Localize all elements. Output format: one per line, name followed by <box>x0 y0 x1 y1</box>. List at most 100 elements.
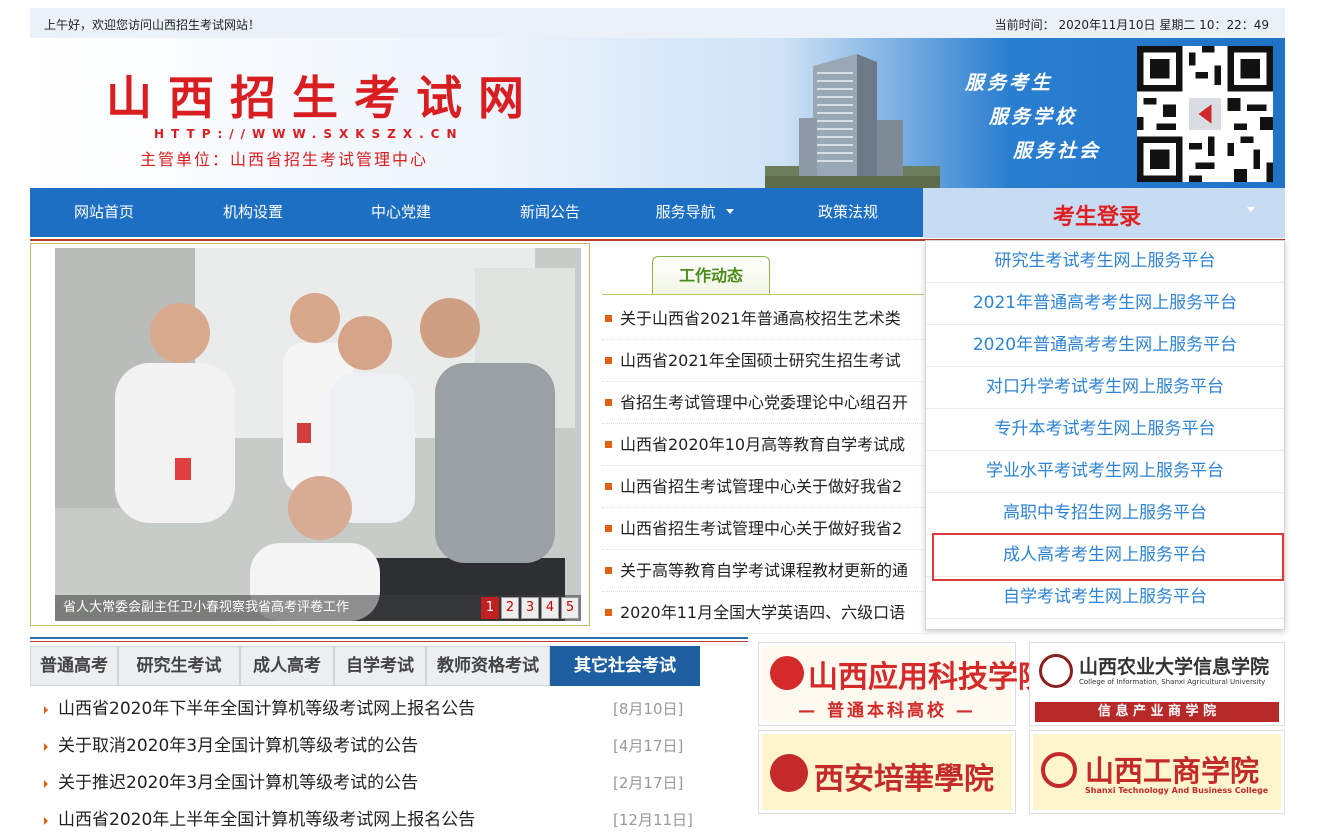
news-title: 2020年11月全国大学英语四、六级口语 <box>620 603 906 622</box>
slogan-3: 服务社会 <box>1013 140 1102 162</box>
menu-item-graduate-platform[interactable]: 研究生考试考生网上服务平台 <box>926 241 1284 283</box>
tab-work-news[interactable]: 工作动态 <box>652 256 770 295</box>
tab-adult-exam[interactable]: 成人高考 <box>240 646 334 686</box>
bullet-icon <box>605 567 612 574</box>
ad-school-en: Shanxi Technology And Business College <box>1085 786 1269 795</box>
site-banner: 山西招生考试网 HTTP://WWW.SXKSZX.CN 主管单位：山西省招生考… <box>30 38 1285 188</box>
nav-news[interactable]: 新闻公告 <box>490 188 610 237</box>
list-item[interactable]: 山西省2020年下半年全国计算机等级考试网上报名公告 [8月10日] <box>30 691 748 728</box>
ad-shanxi-agri-info[interactable]: 山西农业大学信息学院 College of Information, Shanx… <box>1029 642 1285 726</box>
nav-party-building[interactable]: 中心党建 <box>341 188 461 237</box>
nav-policy[interactable]: 政策法规 <box>788 188 908 237</box>
slide-page-4[interactable]: 4 <box>541 597 559 619</box>
news-item[interactable]: 山西省招生考试管理中心关于做好我省2 <box>602 466 924 508</box>
nav-services[interactable]: 服务导航 <box>640 188 750 237</box>
menu-item-vocational-entry-platform[interactable]: 对口升学考试考生网上服务平台 <box>926 367 1284 409</box>
tab-teacher-qualification[interactable]: 教师资格考试 <box>426 646 550 686</box>
exam-news-list: 山西省2020年下半年全国计算机等级考试网上报名公告 [8月10日] 关于取消20… <box>30 691 748 839</box>
ad-school-name: 西安培華學院 <box>814 762 994 797</box>
news-title: 山西省招生考试管理中心关于做好我省2 <box>620 477 903 496</box>
tab-gaokao[interactable]: 普通高考 <box>30 646 118 686</box>
menu-item-self-study-platform[interactable]: 自学考试考生网上服务平台 <box>926 577 1284 619</box>
ad-school-sub: 信 息 产 业 商 学 院 <box>1035 702 1279 722</box>
tab-other-exams[interactable]: 其它社会考试 <box>550 646 700 686</box>
menu-item-upgrade-bachelor-platform[interactable]: 专升本考试考生网上服务平台 <box>926 409 1284 451</box>
caret-down-icon <box>1247 207 1255 212</box>
bullet-icon <box>605 315 612 322</box>
news-item[interactable]: 省招生考试管理中心党委理论中心组召开 <box>602 382 924 424</box>
news-item[interactable]: 2020年11月全国大学英语四、六级口语 <box>602 592 924 634</box>
slogans: 服务考生 服务学校 服务社会 <box>965 68 1101 170</box>
ad-school-name: 山西应用科技学院 <box>808 660 1048 695</box>
slideshow: 省人大常委会副主任卫小春视察我省高考评卷工作 1 2 3 4 5 <box>30 243 590 626</box>
highlight-box <box>932 533 1284 581</box>
slogan-2: 服务学校 <box>989 106 1078 128</box>
tab-self-study-exam[interactable]: 自学考试 <box>334 646 426 686</box>
news-item[interactable]: 山西省2020年10月高等教育自学考试成 <box>602 424 924 466</box>
news-title: 山西省2020年10月高等教育自学考试成 <box>620 435 906 454</box>
ad-xian-peihua[interactable]: 西安培華學院 <box>758 730 1016 814</box>
school-emblem-icon <box>770 656 804 690</box>
caret-down-icon <box>726 209 735 214</box>
nav-organization[interactable]: 机构设置 <box>193 188 313 237</box>
slogan-1: 服务考生 <box>965 72 1054 94</box>
news-title: 关于高等教育自学考试课程教材更新的通 <box>620 561 909 580</box>
bullet-icon <box>605 483 612 490</box>
photo-image <box>55 248 581 621</box>
top-info-bar: 上午好，欢迎您访问山西招生考试网站！ 当前时间： 2020年11月10日 星期二… <box>30 8 1285 38</box>
list-item-date: [8月10日] <box>613 700 684 718</box>
qr-code-icon <box>1137 46 1273 182</box>
list-item[interactable]: 关于取消2020年3月全国计算机等级考试的公告 [4月17日] <box>30 728 748 765</box>
news-item[interactable]: 山西省招生考试管理中心关于做好我省2 <box>602 508 924 550</box>
slide-pager: 1 2 3 4 5 <box>481 597 579 619</box>
tab-graduate-exam[interactable]: 研究生考试 <box>118 646 240 686</box>
menu-item-proficiency-test-platform[interactable]: 学业水平考试考生网上服务平台 <box>926 451 1284 493</box>
arrow-icon <box>44 780 48 788</box>
nav-services-label: 服务导航 <box>655 203 716 221</box>
arrow-icon <box>44 743 48 751</box>
news-item[interactable]: 山西省2021年全国硕士研究生招生考试 <box>602 340 924 382</box>
menu-item-gaokao-2020-platform[interactable]: 2020年普通高考考生网上服务平台 <box>926 325 1284 367</box>
ad-shanxi-applied-tech[interactable]: 山西应用科技学院 — 普通本科高校 — <box>758 642 1048 726</box>
slide-page-3[interactable]: 3 <box>521 597 539 619</box>
site-url: HTTP://WWW.SXKSZX.CN <box>154 127 464 141</box>
current-time: 当前时间： 2020年11月10日 星期二 10：22：49 <box>994 18 1269 32</box>
candidate-login-button[interactable]: 考生登录 <box>923 188 1285 238</box>
news-item[interactable]: 关于山西省2021年普通高校招生艺术类 <box>602 298 924 340</box>
bullet-icon <box>605 399 612 406</box>
slide-page-1[interactable]: 1 <box>481 597 499 619</box>
bullet-icon <box>605 525 612 532</box>
news-item[interactable]: 关于高等教育自学考试课程教材更新的通 <box>602 550 924 592</box>
ad-school-name: 山西农业大学信息学院 <box>1079 656 1270 678</box>
list-item-title: 关于推迟2020年3月全国计算机等级考试的公告 <box>58 773 419 793</box>
nav-home[interactable]: 网站首页 <box>44 188 164 237</box>
building-image <box>765 54 940 188</box>
greeting-text: 上午好，欢迎您访问山西招生考试网站！ <box>44 18 261 32</box>
list-item[interactable]: 关于推迟2020年3月全国计算机等级考试的公告 [2月17日] <box>30 765 748 802</box>
news-title: 省招生考试管理中心党委理论中心组召开 <box>620 393 909 412</box>
work-news-list: 关于山西省2021年普通高校招生艺术类 山西省2021年全国硕士研究生招生考试 … <box>602 298 924 634</box>
section-divider-accent <box>30 641 748 642</box>
ad-shanxi-tech-business[interactable]: 山西工商学院 Shanxi Technology And Business Co… <box>1029 730 1285 814</box>
ad-school-name: 山西工商学院 <box>1085 754 1260 788</box>
news-title: 山西省2021年全国硕士研究生招生考试 <box>620 351 901 370</box>
list-item-title: 关于取消2020年3月全国计算机等级考试的公告 <box>58 736 419 756</box>
section-divider <box>30 637 748 639</box>
tab-underline <box>602 294 924 295</box>
school-emblem-icon <box>1041 752 1077 788</box>
menu-item-vocational-college-platform[interactable]: 高职中专招生网上服务平台 <box>926 493 1284 535</box>
site-subtitle: 主管单位：山西省招生考试管理中心 <box>140 150 429 169</box>
ad-school-en: College of Information, Shanxi Agricultu… <box>1079 678 1266 686</box>
slide-page-2[interactable]: 2 <box>501 597 519 619</box>
bullet-icon <box>605 609 612 616</box>
news-title: 关于山西省2021年普通高校招生艺术类 <box>620 309 901 328</box>
slide-page-5[interactable]: 5 <box>561 597 579 619</box>
bullet-icon <box>605 441 612 448</box>
arrow-icon <box>44 817 48 825</box>
school-emblem-icon <box>770 754 808 792</box>
slide-photo[interactable]: 省人大常委会副主任卫小春视察我省高考评卷工作 1 2 3 4 5 <box>55 248 581 621</box>
ad-school-sub: — 普通本科高校 — <box>798 701 976 721</box>
list-item-date: [4月17日] <box>613 737 684 755</box>
news-title: 山西省招生考试管理中心关于做好我省2 <box>620 519 903 538</box>
menu-item-gaokao-2021-platform[interactable]: 2021年普通高考考生网上服务平台 <box>926 283 1284 325</box>
